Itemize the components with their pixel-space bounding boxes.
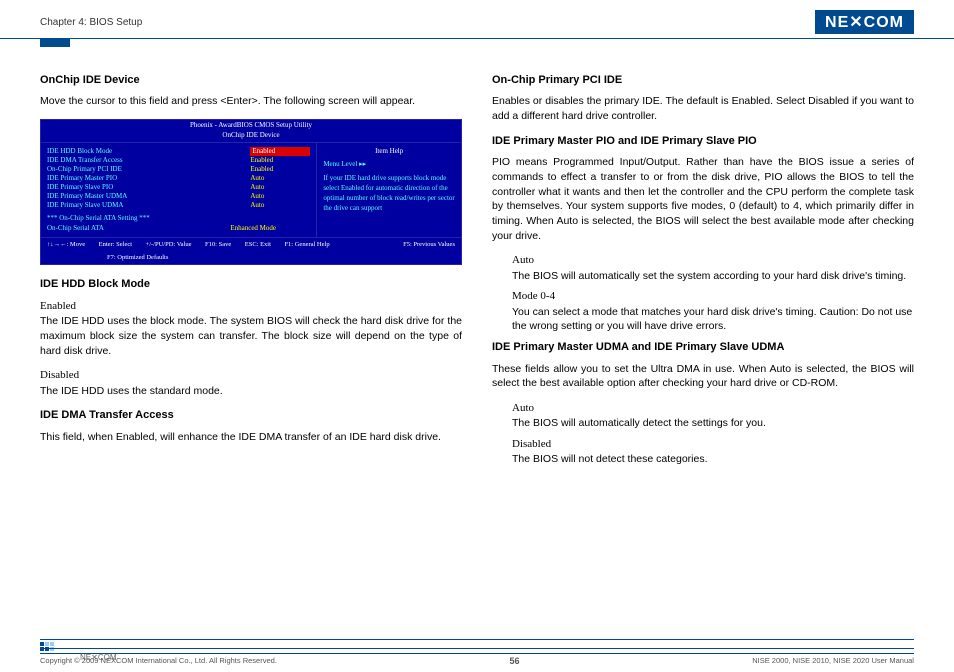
para: This field, when Enabled, will enhance t… xyxy=(40,430,462,445)
heading-udma: IDE Primary Master UDMA and IDE Primary … xyxy=(492,340,914,355)
opt-enabled: Enabled xyxy=(40,299,462,314)
bios-help-text: If your IDE hard drive supports block mo… xyxy=(323,174,455,213)
left-column: OnChip IDE Device Move the cursor to thi… xyxy=(40,67,462,473)
bios-screenshot: Phoenix - AwardBIOS CMOS Setup Utility O… xyxy=(40,119,462,265)
heading-pci-ide: On-Chip Primary PCI IDE xyxy=(492,73,914,88)
bios-row: IDE Primary Slave UDMAAuto xyxy=(47,201,310,210)
bios-row: IDE Primary Master UDMAAuto xyxy=(47,192,310,201)
opt-disabled: Disabled xyxy=(40,368,462,383)
para: The BIOS will automatically set the syst… xyxy=(512,269,914,284)
bios-row: IDE Primary Slave PIOAuto xyxy=(47,183,310,192)
para: The IDE HDD uses the standard mode. xyxy=(40,384,462,399)
footer: NE✕COM Copyright © 2009 NEXCOM Internati… xyxy=(40,639,914,666)
heading-dma-access: IDE DMA Transfer Access xyxy=(40,408,462,423)
logo-footer: NE✕COM xyxy=(40,648,914,666)
bios-row: On-Chip Primary PCI IDEEnabled xyxy=(47,165,310,174)
chapter-label: Chapter 4: BIOS Setup xyxy=(40,17,142,28)
logo-top: NE✕COM xyxy=(815,10,914,34)
opt-auto2: Auto xyxy=(512,401,914,416)
para: Move the cursor to this field and press … xyxy=(40,94,462,109)
para: Enables or disables the primary IDE. The… xyxy=(492,94,914,123)
para: You can select a mode that matches your … xyxy=(512,305,914,334)
opt-disabled2: Disabled xyxy=(512,437,914,452)
para: The IDE HDD uses the block mode. The sys… xyxy=(40,314,462,358)
para: These fields allow you to set the Ultra … xyxy=(492,362,914,391)
bios-title2: OnChip IDE Device xyxy=(41,131,461,141)
bios-key-esc: ESC: Exit xyxy=(245,240,271,249)
opt-auto: Auto xyxy=(512,253,914,268)
bios-menu-level: Menu Level ▸▸ xyxy=(323,160,455,170)
right-column: On-Chip Primary PCI IDE Enables or disab… xyxy=(492,67,914,473)
bios-key-f1: F1: General Help xyxy=(284,240,329,249)
bios-item-help: Item Help xyxy=(323,147,455,157)
heading-onchip-ide: OnChip IDE Device xyxy=(40,73,462,88)
bios-row: IDE Primary Master PIOAuto xyxy=(47,174,310,183)
bios-key-pupd: +/-/PU/PD: Value xyxy=(146,240,192,249)
heading-block-mode: IDE HDD Block Mode xyxy=(40,277,462,292)
opt-mode04: Mode 0-4 xyxy=(512,289,914,304)
bios-row: IDE DMA Transfer AccessEnabled xyxy=(47,156,310,165)
para: PIO means Programmed Input/Output. Rathe… xyxy=(492,155,914,243)
bios-key-f7: F7: Optimized Defaults xyxy=(107,253,168,262)
bios-key-f10: F10: Save xyxy=(205,240,231,249)
bios-title1: Phoenix - AwardBIOS CMOS Setup Utility xyxy=(41,121,461,131)
heading-pio: IDE Primary Master PIO and IDE Primary S… xyxy=(492,134,914,149)
bios-key-f5: F5: Previous Values xyxy=(403,240,455,249)
para: The BIOS will not detect these categorie… xyxy=(512,452,914,467)
para: The BIOS will automatically detect the s… xyxy=(512,416,914,431)
header-tab xyxy=(40,39,70,47)
bios-key-enter: Enter: Select xyxy=(99,240,132,249)
bios-key-move: ↑↓→←: Move xyxy=(47,240,85,249)
bios-row: IDE HDD Block ModeEnabled xyxy=(47,147,310,156)
